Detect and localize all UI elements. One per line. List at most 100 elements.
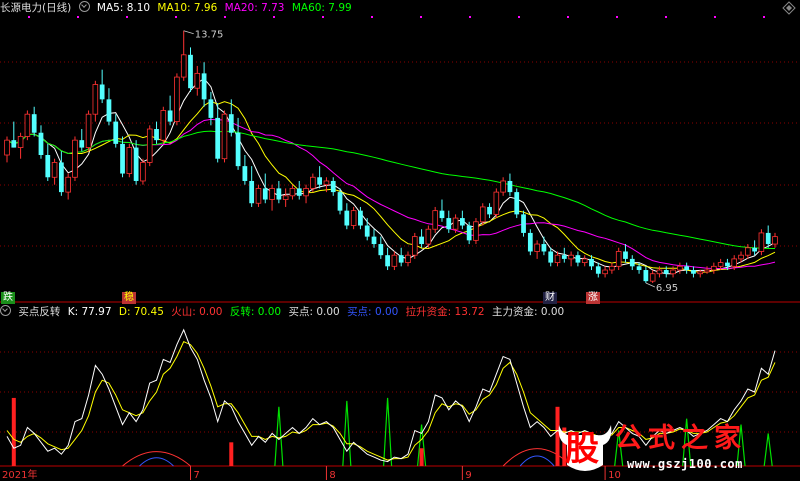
candle-body — [269, 187, 275, 200]
top-dot — [322, 16, 324, 18]
tag-zhang: 涨 — [586, 292, 600, 304]
candle-body — [649, 273, 656, 282]
candle-body — [615, 251, 622, 267]
candle-body — [691, 270, 696, 274]
candle-body — [643, 270, 649, 282]
candle-body — [276, 188, 282, 200]
candle-body — [235, 132, 241, 167]
collapse-icon[interactable] — [0, 305, 11, 316]
candle-body — [405, 254, 411, 264]
top-dot — [518, 16, 520, 18]
candle-body — [11, 140, 17, 148]
candle-body — [581, 258, 588, 264]
candle-body — [479, 206, 486, 223]
candle-body — [45, 155, 51, 178]
kline-chart: 13.756.95 2021年 7 8 9 10 — [0, 16, 800, 481]
candle-body — [602, 269, 608, 275]
candle-body — [514, 192, 520, 215]
candle-body — [656, 269, 663, 275]
logo-text: 公式之家 — [615, 423, 747, 454]
high-label: 13.75 — [195, 30, 224, 41]
tag-wen: 稳 — [122, 292, 136, 304]
top-dot — [616, 16, 618, 18]
candle-body — [507, 180, 513, 193]
lasheng-bar — [229, 442, 234, 466]
candle-body — [146, 128, 153, 163]
candle-body — [758, 232, 765, 252]
candle-body — [663, 270, 669, 274]
candle-body — [670, 269, 676, 275]
candle-body — [765, 232, 771, 245]
candle-body — [310, 176, 316, 189]
candle-body — [113, 121, 119, 144]
candle-body — [242, 166, 248, 181]
lasheng-bar — [11, 397, 16, 466]
candle-body — [65, 176, 71, 193]
candle-body — [534, 243, 540, 252]
candle-body — [711, 265, 717, 271]
top-dot — [224, 16, 226, 18]
candle-body — [425, 228, 432, 245]
candle-body — [371, 236, 377, 245]
candle-body — [595, 266, 601, 274]
top-dot — [273, 16, 275, 18]
candle-body — [282, 195, 289, 200]
candle-body — [24, 113, 31, 137]
candle-body — [249, 180, 255, 204]
top-dot — [469, 16, 471, 18]
huoshan-value: 火山: 0.00 — [171, 306, 223, 318]
candle-body — [412, 236, 418, 256]
candle-body — [344, 210, 350, 226]
candle-body — [364, 225, 370, 237]
candle-body — [289, 187, 296, 197]
candle-body — [704, 269, 710, 273]
candle-body — [79, 140, 85, 148]
month-label: 7 — [194, 470, 200, 481]
candle-body — [133, 147, 139, 181]
top-dot — [371, 16, 373, 18]
candle-body — [215, 117, 221, 159]
candle-body — [262, 188, 268, 200]
ma5-value: MA5: 8.10 — [96, 2, 151, 14]
candle-body — [493, 191, 500, 215]
candle-body — [350, 210, 357, 226]
ma10-value: MA10: 7.96 — [157, 2, 218, 14]
lasheng-value: 拉升资金: 13.72 — [405, 306, 485, 318]
candle-body — [609, 265, 615, 271]
candle-body — [188, 54, 193, 89]
top-dot — [420, 16, 422, 18]
candle-body — [548, 251, 554, 263]
maidian-value: 买点: 0.00 — [288, 306, 340, 318]
candle-body — [589, 258, 594, 267]
zhuli-value: 主力资金: 0.00 — [491, 306, 565, 318]
candle-body — [629, 258, 635, 267]
top-dot — [714, 16, 716, 18]
sub-header: 买点反转 K: 77.97 D: 70.45 火山: 0.00 反转: 0.00… — [0, 305, 568, 319]
candle-body — [201, 73, 207, 100]
collapse-icon[interactable] — [78, 1, 90, 12]
candle-body — [4, 139, 10, 156]
candle-body — [500, 180, 506, 193]
candle-body — [323, 180, 330, 186]
stock-title: 长源电力(日线) — [0, 2, 72, 14]
d-value: D: 70.45 — [118, 306, 164, 318]
candle-body — [154, 129, 159, 141]
candle-body — [432, 210, 438, 230]
candle-body — [398, 255, 404, 263]
candle-body — [738, 254, 744, 260]
expand-corner-icon[interactable] — [782, 1, 796, 15]
candle-body — [317, 177, 323, 185]
top-dot — [567, 16, 569, 18]
candle-body — [51, 162, 58, 178]
candle-body — [487, 206, 492, 215]
candle-body — [725, 262, 730, 267]
candle-body — [636, 266, 642, 271]
candle-body — [140, 162, 146, 182]
logo-icon-char: 股 — [565, 429, 599, 469]
candle-body — [677, 265, 683, 271]
x-axis: 2021年 7 8 9 10 — [2, 466, 621, 481]
reversal-spike — [342, 400, 352, 467]
logo-url: www.gszj100.com — [627, 457, 743, 471]
fanzhuan-value: 反转: 0.00 — [229, 306, 282, 318]
candle-body — [85, 113, 92, 148]
